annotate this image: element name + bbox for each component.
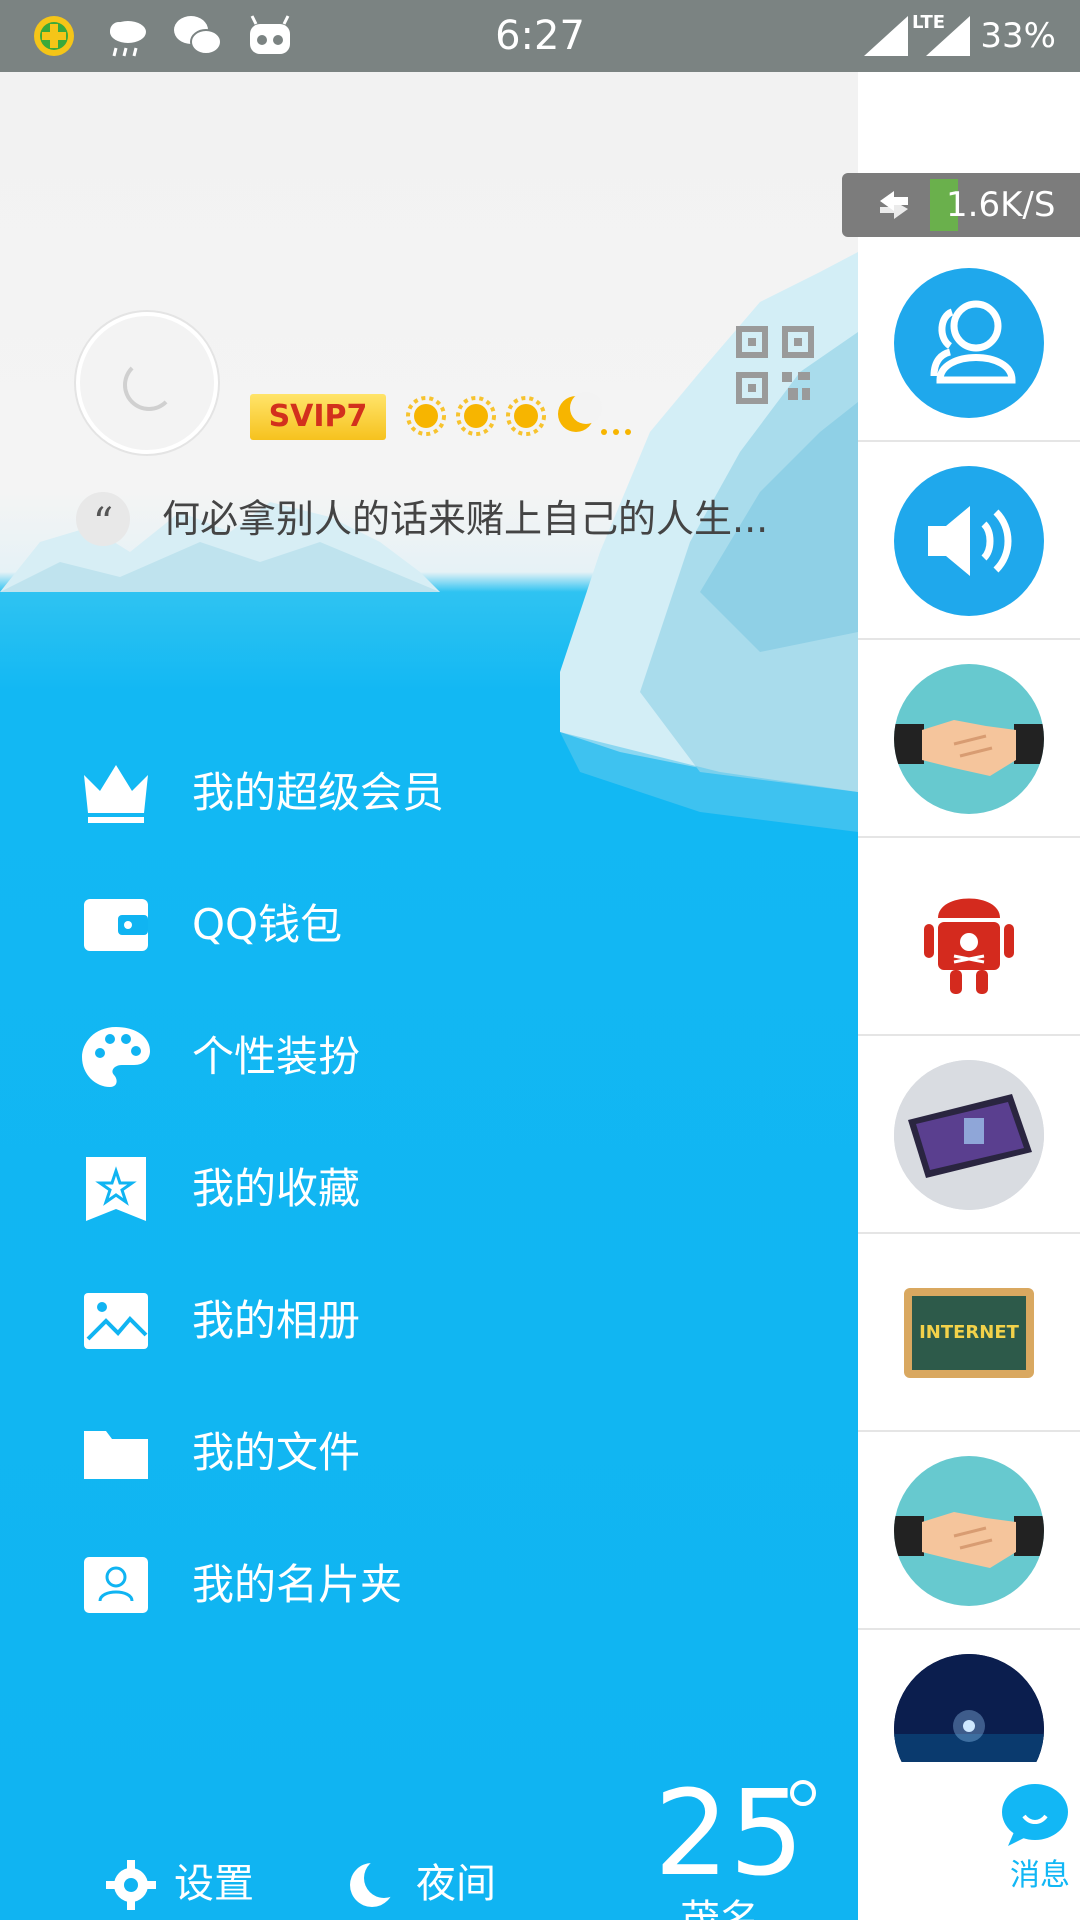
conversation-item[interactable] [858,838,1080,1036]
loading-spinner-icon [123,359,175,411]
internet-board-icon: INTERNET [904,1288,1034,1378]
user-signature[interactable]: 何必拿别人的话来赌上自己的人生... [162,492,822,546]
side-drawer: SVIP7 “ 何必拿别人的话来赌上自己的人生... 我的超级会员 QQ钱包 个… [0,72,858,1920]
qr-code-icon[interactable] [736,326,814,404]
gear-icon [106,1860,156,1910]
tab-messages-label: 消息 [1010,1858,1070,1893]
status-bar: 6:27 LTE 33% [0,0,1080,72]
conversation-item[interactable] [858,1630,1080,1804]
menu-item-files[interactable]: 我的文件 [0,1387,858,1519]
quote-icon: “ [76,492,130,546]
sun-icon [456,396,496,436]
signal-icon [864,16,908,56]
speaker-avatar [894,466,1044,616]
weather-city[interactable]: 茂名 [680,1892,760,1920]
user-avatar[interactable] [76,312,218,454]
battery-level: 33% [980,16,1056,56]
handshake-avatar [894,1456,1044,1606]
menu-item-label: 我的超级会员 [192,768,445,817]
night-mode-button[interactable]: 夜间 [346,1852,516,1916]
chat-bubble-icon [1002,1784,1068,1846]
sun-icon [406,396,446,436]
menu-item-label: 我的名片夹 [192,1560,403,1609]
handshake-icon [894,1512,1044,1568]
svip-badge[interactable]: SVIP7 [250,394,386,440]
menu-item-label: QQ钱包 [192,900,343,949]
internet-board-avatar: INTERNET [894,1258,1044,1408]
contacts-icon [930,300,1016,384]
conversation-item[interactable] [858,640,1080,838]
conversation-item[interactable] [858,1432,1080,1630]
svg-text:INTERNET: INTERNET [919,1322,1020,1343]
drawer-menu: 我的超级会员 QQ钱包 个性装扮 我的收藏 我的相册 我的文件 我的名片夹 [0,727,858,1651]
speaker-icon [928,506,1012,576]
conversation-item[interactable] [858,244,1080,442]
menu-item-label: 我的文件 [192,1428,361,1477]
menu-item-label: 我的收藏 [192,1164,361,1213]
moon-icon [558,392,602,432]
menu-item-personalize[interactable]: 个性装扮 [0,991,858,1123]
network-speed-indicator: 1.6K/S [842,173,1080,237]
moon-icon [350,1858,400,1907]
menu-item-super-vip[interactable]: 我的超级会员 [0,727,858,859]
sun-icon [506,396,546,436]
phone-photo-icon [894,1060,1044,1210]
menu-item-album[interactable]: 我的相册 [0,1255,858,1387]
tab-messages[interactable]: 消息 [858,1762,1080,1920]
conversation-item[interactable] [858,442,1080,640]
weather-temperature[interactable]: 25 [654,1774,804,1892]
menu-item-label: 我的相册 [192,1296,361,1345]
folder-icon [84,1431,148,1479]
transfer-arrows-icon [880,191,908,219]
phone-photo-avatar [894,1060,1044,1210]
menu-item-favorites[interactable]: 我的收藏 [0,1123,858,1255]
lte-signal-icon [926,16,970,56]
contact-card-icon [84,1557,148,1613]
speed-text: 1.6K/S [946,185,1056,225]
bookmark-star-icon [86,1157,146,1221]
settings-label: 设置 [174,1861,254,1907]
menu-item-qq-wallet[interactable]: QQ钱包 [0,859,858,991]
degree-icon [790,1780,816,1806]
pirate-android-icon [924,898,1014,994]
wallet-icon [84,899,148,951]
handshake-avatar [894,664,1044,814]
conversation-item[interactable] [858,1036,1080,1234]
menu-item-label: 个性装扮 [192,1032,361,1081]
contacts-avatar [894,268,1044,418]
palette-icon [82,1027,150,1087]
menu-item-card-holder[interactable]: 我的名片夹 [0,1519,858,1651]
handshake-icon [894,720,1044,776]
image-icon [84,1293,148,1349]
night-mode-label: 夜间 [416,1861,496,1907]
settings-button[interactable]: 设置 [104,1852,274,1916]
pirate-android-avatar [894,862,1044,1012]
conversation-item[interactable]: INTERNET [858,1234,1080,1432]
level-icons[interactable] [402,390,642,440]
crown-icon [84,765,148,823]
